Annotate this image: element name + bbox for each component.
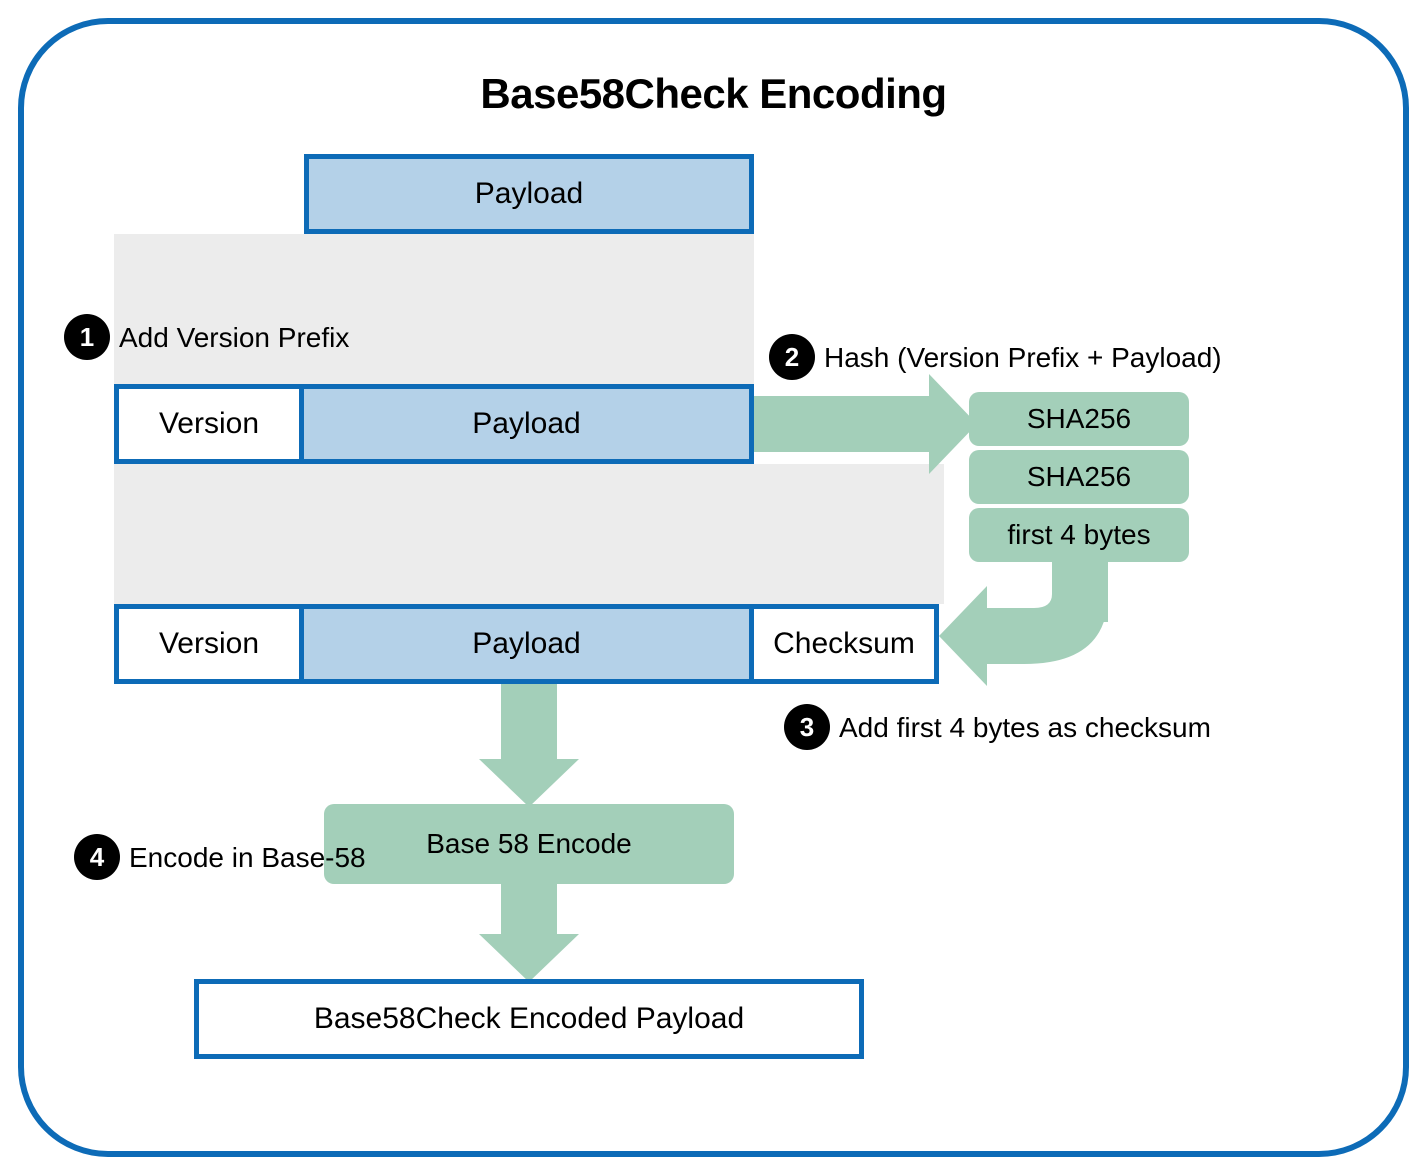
step-1-label: Add Version Prefix [119, 322, 349, 354]
step-3-badge: 3 [784, 704, 830, 750]
arrow-to-result-shaft [501, 884, 557, 939]
hash-first4bytes-label: first 4 bytes [1007, 519, 1150, 551]
step-4-number: 4 [90, 842, 104, 873]
step-2-badge: 2 [769, 334, 815, 380]
result-label: Base58Check Encoded Payload [314, 1002, 744, 1036]
diagram-frame: Base58Check Encoding Payload 1 Add Versi… [18, 18, 1409, 1157]
version-box-2: Version [114, 604, 304, 684]
hash-sha256-1: SHA256 [969, 392, 1189, 446]
diagram-title: Base58Check Encoding [24, 70, 1403, 118]
arrow-to-encode-head [479, 759, 579, 807]
payload-box-1: Payload [299, 384, 754, 464]
checksum-box: Checksum [749, 604, 939, 684]
arrow-to-encode-shaft [501, 684, 557, 764]
arrow-checksum-bend [984, 594, 1114, 684]
step-4-badge: 4 [74, 834, 120, 880]
payload-label-2: Payload [472, 627, 580, 661]
base58-encode-label: Base 58 Encode [426, 828, 632, 860]
flow-funnel-2 [114, 464, 944, 604]
arrow-to-hash-shaft [754, 396, 939, 452]
step-2-label: Hash (Version Prefix + Payload) [824, 342, 1222, 374]
hash-sha256-2: SHA256 [969, 450, 1189, 504]
hash-sha256-1-label: SHA256 [1027, 403, 1131, 435]
arrow-checksum-head [939, 586, 987, 686]
version-box-1: Version [114, 384, 304, 464]
payload-box-2: Payload [299, 604, 754, 684]
result-box: Base58Check Encoded Payload [194, 979, 864, 1059]
hash-first4bytes: first 4 bytes [969, 508, 1189, 562]
step-3-number: 3 [800, 712, 814, 743]
version-label-2: Version [159, 627, 259, 661]
payload-label-1: Payload [472, 407, 580, 441]
arrow-to-result-head [479, 934, 579, 982]
step-1-number: 1 [80, 322, 94, 353]
checksum-label: Checksum [773, 627, 915, 661]
payload-box-top: Payload [304, 154, 754, 234]
payload-label-0: Payload [475, 177, 583, 211]
step-3-label: Add first 4 bytes as checksum [839, 712, 1211, 744]
hash-sha256-2-label: SHA256 [1027, 461, 1131, 493]
base58-encode-box: Base 58 Encode [324, 804, 734, 884]
version-label-1: Version [159, 407, 259, 441]
step-1-badge: 1 [64, 314, 110, 360]
step-2-number: 2 [785, 342, 799, 373]
step-4-label: Encode in Base-58 [129, 842, 366, 874]
